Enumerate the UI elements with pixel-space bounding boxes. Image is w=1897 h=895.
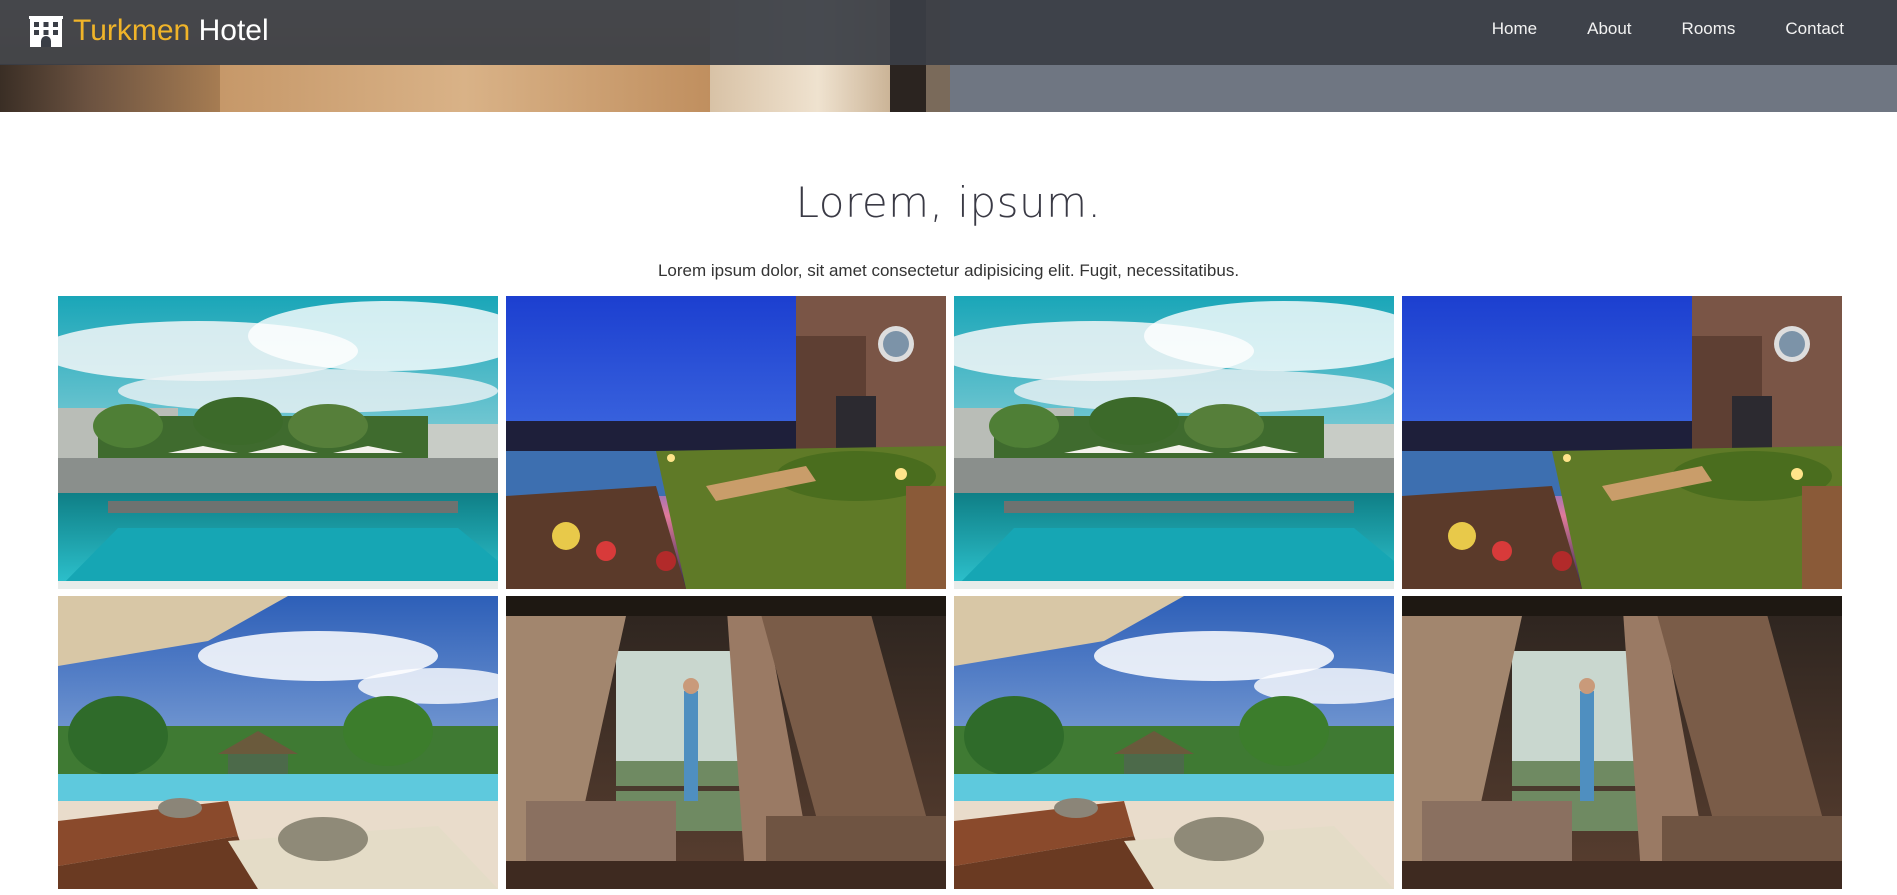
pool-day-image bbox=[58, 296, 498, 589]
beach-pool-image bbox=[58, 596, 498, 889]
nav-link-home[interactable]: Home bbox=[1467, 18, 1562, 40]
gallery-photo-villa-night[interactable] bbox=[506, 296, 946, 589]
villa-night-image bbox=[506, 296, 946, 589]
gallery-photo-canopy-room[interactable] bbox=[1402, 596, 1842, 889]
brand-name: Turkmen Hotel bbox=[73, 13, 269, 49]
villa-night-image bbox=[1402, 296, 1842, 589]
nav-menu: Home About Rooms Contact bbox=[1467, 18, 1844, 40]
navbar: Turkmen Hotel Home About Rooms Contact bbox=[0, 0, 1897, 65]
hotel-building-icon bbox=[29, 16, 63, 47]
gallery-photo-beach-pool[interactable] bbox=[58, 596, 498, 889]
canopy-room-image bbox=[1402, 596, 1842, 889]
gallery-photo-beach-pool[interactable] bbox=[954, 596, 1394, 889]
photo-gallery bbox=[58, 296, 1842, 889]
brand-logo[interactable]: Turkmen Hotel bbox=[29, 13, 269, 49]
nav-link-about[interactable]: About bbox=[1562, 18, 1656, 40]
gallery-photo-canopy-room[interactable] bbox=[506, 596, 946, 889]
brand-accent-text: Turkmen bbox=[73, 14, 191, 47]
pool-day-image bbox=[954, 296, 1394, 589]
gallery-photo-pool-day[interactable] bbox=[58, 296, 498, 589]
gallery-photo-pool-day[interactable] bbox=[954, 296, 1394, 589]
section-subtitle: Lorem ipsum dolor, sit amet consectetur … bbox=[657, 261, 1240, 280]
nav-link-contact[interactable]: Contact bbox=[1760, 18, 1844, 40]
beach-pool-image bbox=[954, 596, 1394, 889]
gallery-photo-villa-night[interactable] bbox=[1402, 296, 1842, 589]
section-title: Lorem, ipsum. bbox=[795, 178, 1102, 227]
brand-main-text: Hotel bbox=[198, 14, 269, 47]
canopy-room-image bbox=[506, 596, 946, 889]
nav-link-rooms[interactable]: Rooms bbox=[1657, 18, 1761, 40]
